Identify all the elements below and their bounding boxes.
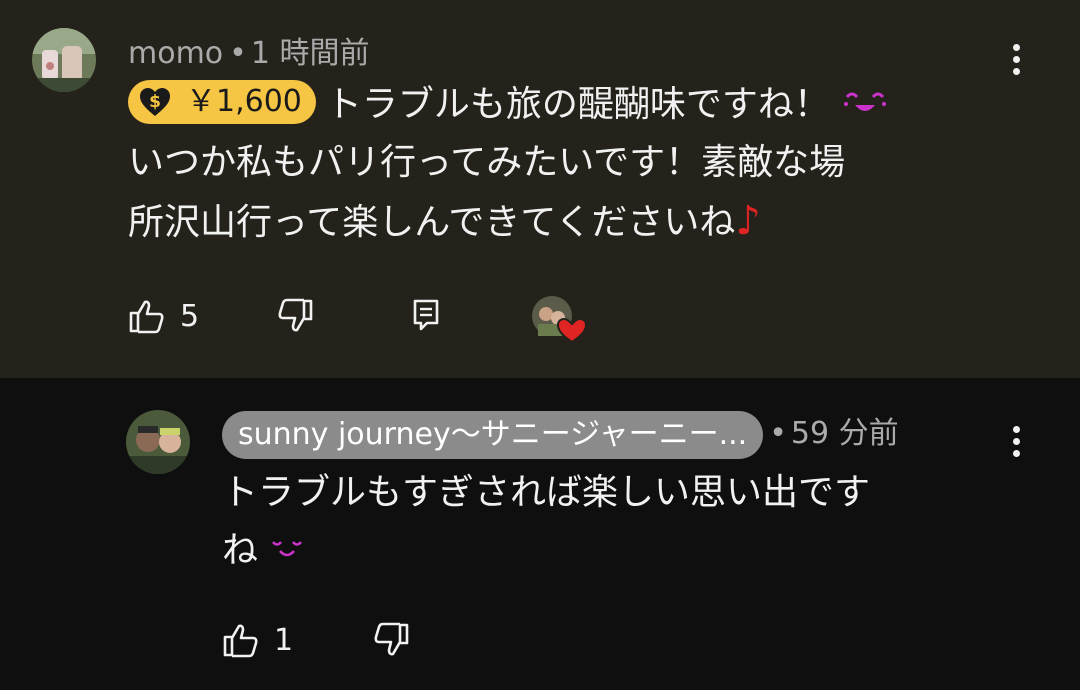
dislike-button[interactable] (276, 298, 314, 334)
svg-text:$: $ (149, 92, 161, 112)
super-thanks-amount: ￥1,600 (186, 84, 302, 119)
comment-line-1-text: トラブルも旅の醍醐味ですね！ (325, 84, 830, 125)
commenter-avatar[interactable] (32, 28, 96, 92)
reply-line-1: トラブルもすぎされば楽しい思い出です (222, 472, 871, 513)
comment-timestamp[interactable]: 1 時間前 (251, 36, 370, 71)
thumbs-down-icon (374, 622, 409, 656)
smiling-face-emoji-icon (272, 541, 303, 557)
comment-line-1: $ ￥1,600 トラブルも旅の醍醐味ですね！ (128, 76, 1028, 134)
reply-meta: sunny journey〜サニージャーニー... • 59 分前 (222, 410, 899, 459)
dollar-heart-icon: $ (140, 88, 170, 116)
reply-like-button[interactable]: 1 (222, 622, 293, 658)
music-note-emoji: ♪ (735, 198, 761, 244)
reply-like-count: 1 (274, 622, 294, 658)
super-thanks-badge[interactable]: $ ￥1,600 (128, 80, 316, 124)
more-vert-icon[interactable] (1010, 44, 1022, 80)
reply-more-vert-icon[interactable] (1010, 426, 1022, 462)
comment-line-3-text: 所沢山行って楽しんできてくださいね (128, 202, 736, 243)
reply-line-2-text: ね (222, 530, 259, 571)
creator-heart (530, 294, 590, 344)
comment-meta: momo • 1 時間前 (128, 28, 369, 72)
thumbs-up-icon (223, 624, 258, 658)
reply-comment-icon (413, 299, 439, 331)
meta-separator: • (229, 36, 247, 71)
like-count: 5 (180, 298, 200, 334)
comment-line-3: 所沢山行って楽しんできてくださいね♪ (128, 192, 1028, 252)
comment-text: $ ￥1,600 トラブルも旅の醍醐味ですね！ いつか私もパリ行ってみたいです！… (128, 76, 1028, 252)
reply-timestamp[interactable]: 59 分前 (791, 416, 899, 451)
reply-thread: sunny journey〜サニージャーニー... • 59 分前 トラブルもすぎさ… (0, 378, 1080, 690)
thumbs-up-icon (129, 300, 164, 334)
comment-line-2: いつか私もパリ行ってみたいです！素敵な場 (128, 142, 846, 183)
reply-author-chip[interactable]: sunny journey〜サニージャーニー... (222, 410, 764, 459)
reply-button[interactable] (412, 298, 440, 334)
like-button[interactable]: 5 (128, 298, 199, 334)
reply-avatar[interactable] (126, 410, 190, 474)
laughing-face-emoji-icon (844, 92, 887, 111)
comment-thread: momo • 1 時間前 $ ￥1,600 トラブルも旅の醍醐味ですね！ いつか私も… (0, 0, 1080, 378)
creator-heart-icon (532, 296, 588, 344)
reply-dislike-button[interactable] (372, 622, 410, 658)
comment-author[interactable]: momo (128, 36, 223, 71)
reply-text: トラブルもすぎされば楽しい思い出です ね (222, 464, 1022, 580)
reply-meta-separator: • (769, 416, 787, 451)
thumbs-down-icon (278, 298, 313, 332)
reply-line-2: ね (222, 522, 1022, 580)
